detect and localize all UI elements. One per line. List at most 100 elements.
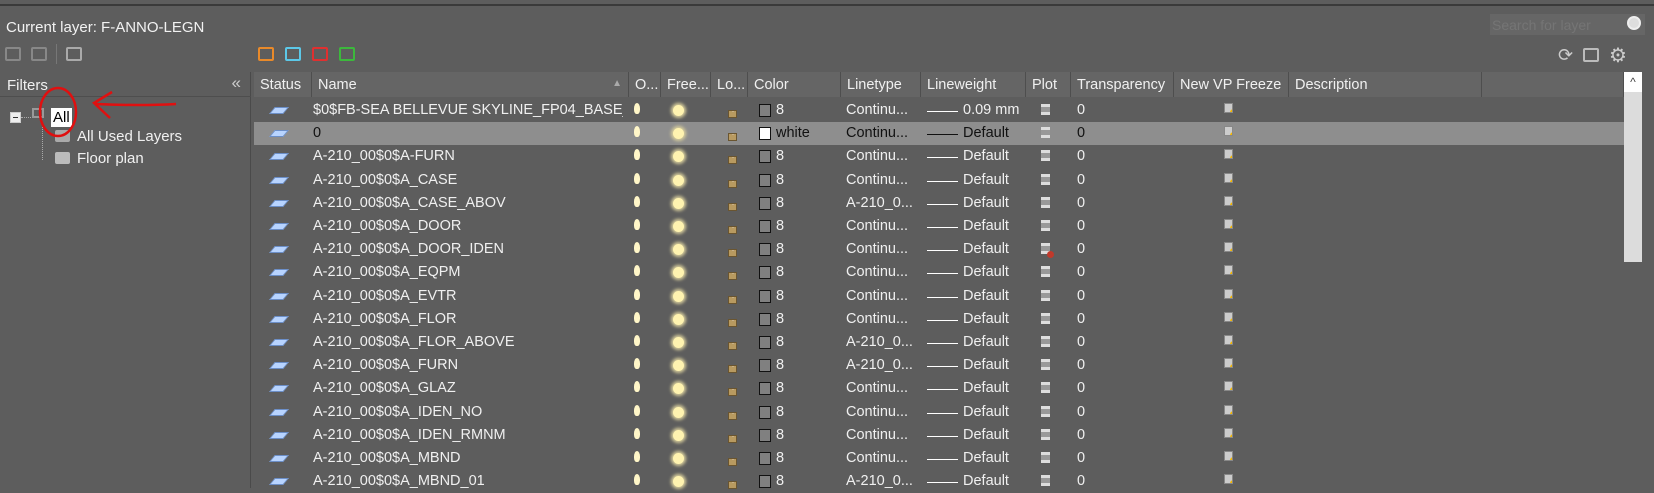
- freeze-sun-icon[interactable]: [673, 476, 684, 488]
- color-name[interactable]: 8: [776, 99, 784, 122]
- unlock-icon[interactable]: [728, 156, 737, 165]
- layer-name[interactable]: A-210_00$0$A_CASE: [313, 169, 623, 192]
- new-vp-freeze-icon[interactable]: [1224, 381, 1233, 392]
- linetype[interactable]: Continu...: [846, 285, 908, 308]
- scrollbar-thumb[interactable]: [1624, 92, 1642, 262]
- freeze-sun-icon[interactable]: [673, 406, 684, 418]
- lineweight[interactable]: Default: [963, 238, 1009, 261]
- plot-printer-icon[interactable]: [1041, 150, 1050, 162]
- refresh-icon[interactable]: ⟳: [1558, 45, 1573, 66]
- linetype[interactable]: A-210_0...: [846, 331, 913, 354]
- layer-name[interactable]: A-210_00$0$A_FLOR: [313, 308, 623, 331]
- new-vp-freeze-icon[interactable]: [1224, 451, 1233, 461]
- lineweight[interactable]: 0.09 mm: [963, 99, 1019, 122]
- color-swatch[interactable]: [759, 196, 771, 210]
- layer-name[interactable]: A-210_00$0$A-FURN: [313, 145, 623, 168]
- lineweight[interactable]: Default: [963, 192, 1009, 215]
- freeze-sun-icon[interactable]: [673, 453, 684, 464]
- linetype[interactable]: Continu...: [846, 447, 908, 470]
- color-swatch[interactable]: [759, 266, 771, 280]
- unlock-icon[interactable]: [728, 388, 737, 397]
- on-bulb-icon[interactable]: [634, 288, 640, 300]
- unlock-icon[interactable]: [728, 411, 737, 420]
- color-name[interactable]: 8: [776, 331, 784, 354]
- on-bulb-icon[interactable]: [634, 172, 640, 184]
- color-name[interactable]: 8: [776, 238, 784, 261]
- layer-name[interactable]: A-210_00$0$A_IDEN_RMNM: [313, 424, 623, 447]
- new-vp-freeze-icon[interactable]: [1224, 358, 1233, 369]
- linetype[interactable]: Continu...: [846, 215, 908, 238]
- on-bulb-icon[interactable]: [634, 195, 640, 207]
- on-bulb-icon[interactable]: [634, 381, 640, 393]
- color-name[interactable]: 8: [776, 215, 784, 238]
- color-swatch[interactable]: [759, 173, 771, 187]
- new-vp-freeze-icon[interactable]: [1224, 265, 1233, 276]
- on-bulb-icon[interactable]: [634, 474, 640, 486]
- freeze-sun-icon[interactable]: [673, 313, 684, 325]
- transparency[interactable]: 0: [1077, 331, 1085, 354]
- settings-gear-icon[interactable]: ⚙: [1609, 43, 1627, 68]
- plot-printer-icon[interactable]: [1041, 220, 1050, 231]
- freeze-sun-icon[interactable]: [673, 244, 684, 256]
- layer-row[interactable]: A-210_00$0$A_DOOR 8 Continu... Default 0: [254, 215, 1624, 238]
- unlock-icon[interactable]: [728, 318, 737, 327]
- linetype[interactable]: Continu...: [846, 401, 908, 424]
- freeze-sun-icon[interactable]: [673, 267, 684, 279]
- new-vp-freeze-icon[interactable]: [1224, 335, 1233, 345]
- linetype[interactable]: Continu...: [846, 238, 908, 261]
- transparency[interactable]: 0: [1077, 215, 1085, 238]
- freeze-sun-icon[interactable]: [673, 105, 684, 116]
- color-name[interactable]: 8: [776, 424, 784, 447]
- unlock-icon[interactable]: [728, 179, 737, 188]
- layer-row[interactable]: 0 white Continu... Default 0: [254, 122, 1624, 146]
- linetype[interactable]: A-210_0...: [846, 192, 913, 215]
- color-swatch[interactable]: [759, 220, 771, 233]
- color-swatch[interactable]: [759, 428, 771, 442]
- unlock-icon[interactable]: [728, 202, 737, 211]
- layer-name[interactable]: A-210_00$0$A_FLOR_ABOVE: [313, 331, 623, 354]
- layer-name[interactable]: A-210_00$0$A_EQPM: [313, 261, 623, 284]
- search-layer-input[interactable]: [1490, 14, 1645, 35]
- layer-name[interactable]: A-210_00$0$A_MBND_01: [313, 470, 623, 493]
- plot-printer-icon[interactable]: [1041, 359, 1050, 371]
- lineweight[interactable]: Default: [963, 261, 1009, 284]
- color-name[interactable]: 8: [776, 285, 784, 308]
- column-header-lineweight[interactable]: Lineweight: [921, 72, 1026, 97]
- layer-row[interactable]: A-210_00$0$A_IDEN_NO 8 Continu... Default 0: [254, 401, 1624, 424]
- plot-printer-icon[interactable]: [1041, 312, 1050, 324]
- column-header-new-vp-freeze[interactable]: New VP Freeze: [1174, 72, 1289, 97]
- plot-printer-icon[interactable]: [1041, 289, 1050, 301]
- color-swatch[interactable]: [759, 359, 771, 373]
- freeze-sun-icon[interactable]: [673, 151, 684, 163]
- new-layer-vp-frozen-icon[interactable]: [285, 47, 301, 61]
- transparency[interactable]: 0: [1077, 424, 1085, 447]
- layer-name[interactable]: A-210_00$0$A_IDEN_NO: [313, 401, 623, 424]
- unlock-icon[interactable]: [728, 272, 737, 281]
- unlock-icon[interactable]: [728, 458, 737, 466]
- layer-row[interactable]: A-210_00$0$A_CASE_ABOV 8 A-210_0... Default…: [254, 192, 1624, 215]
- linetype[interactable]: Continu...: [846, 99, 908, 122]
- on-bulb-icon[interactable]: [634, 404, 640, 416]
- unlock-icon[interactable]: [728, 434, 737, 443]
- column-header-description[interactable]: Description: [1289, 72, 1482, 97]
- color-name[interactable]: 8: [776, 470, 784, 493]
- new-vp-freeze-icon[interactable]: [1224, 172, 1233, 183]
- freeze-sun-icon[interactable]: [673, 429, 684, 441]
- color-swatch[interactable]: [759, 312, 771, 326]
- color-swatch[interactable]: [759, 243, 771, 257]
- plot-printer-icon[interactable]: [1041, 104, 1050, 115]
- plot-printer-icon[interactable]: [1041, 196, 1050, 208]
- new-vp-freeze-icon[interactable]: [1224, 149, 1233, 160]
- new-vp-freeze-icon[interactable]: [1224, 195, 1233, 206]
- unlock-icon[interactable]: [728, 133, 737, 142]
- layer-translate-icon[interactable]: [1583, 48, 1599, 62]
- layer-name[interactable]: A-210_00$0$A_MBND: [313, 447, 623, 470]
- lineweight[interactable]: Default: [963, 470, 1009, 493]
- lineweight[interactable]: Default: [963, 331, 1009, 354]
- unlock-icon[interactable]: [728, 249, 737, 258]
- color-name[interactable]: 8: [776, 308, 784, 331]
- color-swatch[interactable]: [759, 475, 771, 489]
- layer-row[interactable]: A-210_00$0$A-FURN 8 Continu... Default 0: [254, 145, 1624, 168]
- lineweight[interactable]: Default: [963, 215, 1009, 238]
- on-bulb-icon[interactable]: [634, 126, 640, 138]
